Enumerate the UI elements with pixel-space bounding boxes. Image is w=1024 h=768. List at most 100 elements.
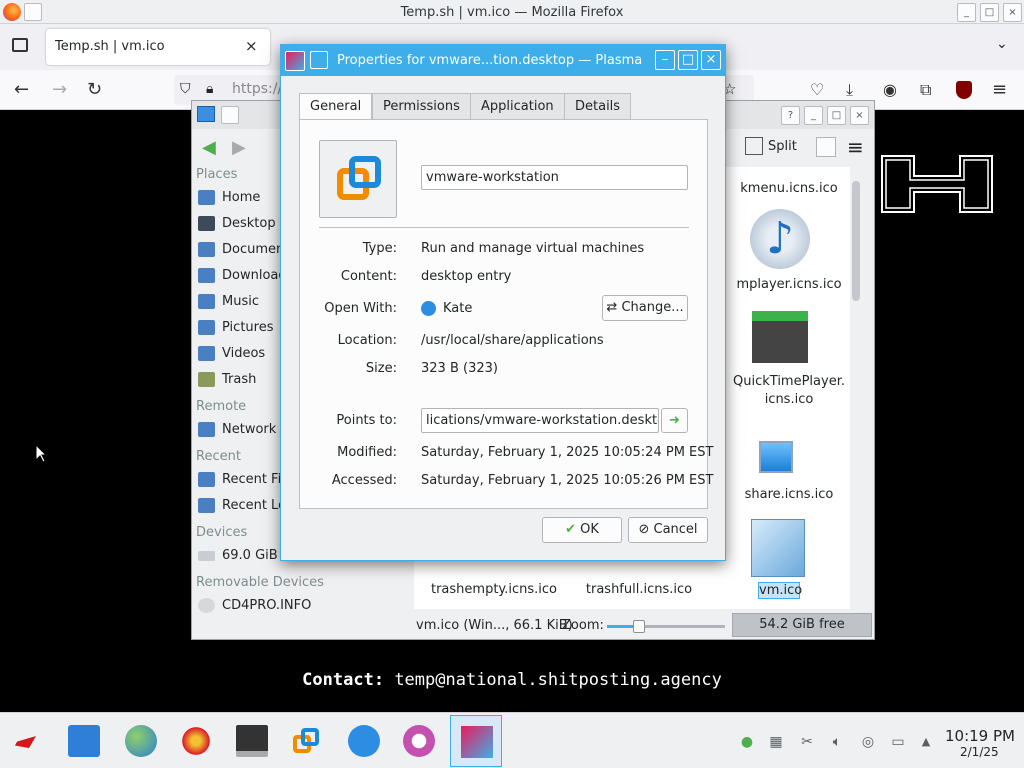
extensions-icon[interactable]: ⧉ (920, 80, 931, 100)
lock-icon[interactable]: 🔒︎ (206, 81, 213, 97)
places-item-cd4pro[interactable]: CD4PRO.INFO (192, 593, 388, 619)
clipboard-icon[interactable]: ▦ (767, 733, 785, 751)
name-field[interactable]: vmware-workstation (421, 165, 688, 190)
window-menu-icon[interactable] (310, 51, 328, 69)
file-item-kmenu[interactable]: kmenu.icns.ico (714, 181, 864, 196)
status-bar: vm.ico (Win..., 66.1 KiB) Zoom: 54.2 GiB… (414, 613, 874, 639)
forward-arrow-icon[interactable]: ▶ (232, 137, 246, 158)
separator (319, 227, 689, 228)
network-folder-icon (198, 422, 215, 437)
points-to-label: Points to: (336, 413, 397, 428)
tab-list-icon[interactable] (12, 38, 28, 52)
minimize-button[interactable]: – (655, 50, 675, 70)
accessed-value: Saturday, February 1, 2025 10:05:26 PM E… (421, 473, 714, 488)
scrollbar-thumb[interactable] (852, 181, 860, 301)
clock-date[interactable]: 2/1/25 (960, 745, 999, 759)
close-button[interactable]: × (1003, 3, 1022, 22)
clock-time[interactable]: 10:19 PM (945, 727, 1015, 745)
forward-icon[interactable]: → (52, 80, 67, 100)
network-status-icon[interactable]: ● (738, 733, 756, 751)
size-value: 323 B (323) (421, 361, 498, 376)
minimize-button[interactable]: _ (957, 3, 976, 22)
clapperboard-icon (752, 311, 808, 363)
cancel-button[interactable]: ⊘ Cancel (628, 517, 708, 543)
recent-locations-icon (198, 498, 215, 513)
firefox-window-title: Temp.sh | vm.ico — Mozilla Firefox (400, 5, 624, 20)
tab-application[interactable]: Application (470, 93, 565, 120)
display-icon[interactable]: ▭ (889, 733, 907, 751)
freebsd-daemon-task-icon[interactable] (180, 725, 212, 757)
maximize-button[interactable]: □ (827, 106, 846, 125)
location-label: Location: (337, 333, 397, 348)
open-with-label: Open With: (324, 301, 397, 316)
trash-icon (198, 372, 215, 387)
reload-icon[interactable]: ↻ (87, 80, 102, 100)
window-menu-icon[interactable] (221, 106, 239, 124)
file-item-vm-ico[interactable]: vm.ico (758, 582, 802, 599)
change-button[interactable]: ⇄ Change... (602, 295, 688, 321)
icon-picker-button[interactable] (319, 140, 397, 218)
help-button[interactable]: ? (781, 106, 800, 125)
account-icon[interactable]: ◉ (883, 80, 897, 100)
close-button[interactable]: × (701, 50, 721, 70)
documents-folder-icon (198, 242, 215, 257)
free-space-bar: 54.2 GiB free (732, 613, 872, 637)
size-label: Size: (365, 361, 397, 376)
chevron-down-icon[interactable]: ⌄ (996, 36, 1008, 52)
menu-icon[interactable]: ≡ (992, 80, 1007, 100)
zoom-slider-handle[interactable] (632, 620, 645, 633)
points-to-field[interactable]: lications/vmware-workstation.desktop (421, 408, 659, 433)
free-space-text: 54.2 GiB free (759, 617, 845, 632)
contact-label: Contact: (302, 670, 385, 690)
file-item-share[interactable]: share.icns.ico (714, 487, 864, 502)
minimize-button[interactable]: _ (804, 106, 823, 125)
hamburger-menu-icon[interactable]: ≡ (847, 135, 864, 159)
properties-dialog: Properties for vmware...tion.desktop — P… (280, 44, 726, 561)
split-button[interactable]: Split (768, 139, 797, 154)
tab-temp-sh[interactable]: Temp.sh | vm.ico × (46, 29, 270, 65)
modified-value: Saturday, February 1, 2025 10:05:24 PM E… (421, 445, 714, 460)
kate-task-icon[interactable] (348, 725, 380, 757)
file-item-trashfull[interactable]: trashfull.icns.ico (564, 582, 714, 597)
pocket-icon[interactable]: ♡ (810, 80, 824, 100)
expand-tray-icon[interactable]: ▲ (917, 733, 935, 751)
file-item-trashempty[interactable]: trashempty.icns.ico (414, 582, 574, 597)
freebsd-menu-icon[interactable] (8, 731, 52, 751)
scissors-icon[interactable]: ✂ (798, 733, 816, 751)
file-item-quicktimeplayer[interactable]: QuickTimePlayer. icns.ico (714, 373, 864, 409)
vertical-scrollbar[interactable] (850, 167, 862, 609)
terminal-task-icon[interactable] (236, 725, 268, 757)
volume-icon[interactable]: 🔈︎ (828, 733, 846, 751)
vmware-workstation-icon (337, 156, 381, 200)
downloads-icon[interactable]: ⤓ (846, 80, 853, 100)
maximize-button[interactable]: □ (980, 3, 999, 22)
tab-general[interactable]: General (299, 93, 373, 121)
browser-task-icon[interactable] (125, 725, 157, 757)
tab-details[interactable]: Details (564, 93, 632, 120)
disk-icon[interactable]: ◎ (859, 733, 877, 751)
maximize-button[interactable]: □ (678, 50, 698, 70)
shield-icon[interactable]: ⛉ (180, 81, 191, 97)
go-to-target-button[interactable]: ➜ (661, 408, 688, 433)
close-button[interactable]: × (850, 106, 869, 125)
zoom-slider[interactable] (607, 620, 725, 633)
tab-permissions[interactable]: Permissions (372, 93, 471, 120)
split-icon[interactable] (745, 137, 763, 155)
vmware-task-icon[interactable] (291, 725, 323, 757)
modified-label: Modified: (337, 445, 397, 460)
file-item-mplayer[interactable]: mplayer.icns.ico (714, 277, 864, 292)
open-with-value: Kate (443, 301, 473, 316)
url-text[interactable]: https:// (232, 81, 282, 97)
ublock-icon[interactable] (956, 81, 972, 99)
checkmark-icon: ✔ (565, 522, 576, 537)
ok-button[interactable]: ✔ OK (542, 517, 622, 543)
properties-dialog-task[interactable] (450, 715, 502, 767)
location-value[interactable]: /usr/local/share/applications (421, 333, 604, 348)
back-arrow-icon[interactable]: ◀ (202, 137, 216, 158)
search-icon[interactable] (816, 137, 836, 157)
content-value: desktop entry (421, 269, 512, 284)
tab-close-icon[interactable]: × (245, 37, 258, 55)
dolphin-task-icon[interactable] (68, 725, 100, 757)
app-task-icon[interactable] (403, 725, 435, 757)
back-icon[interactable]: ← (14, 80, 29, 100)
